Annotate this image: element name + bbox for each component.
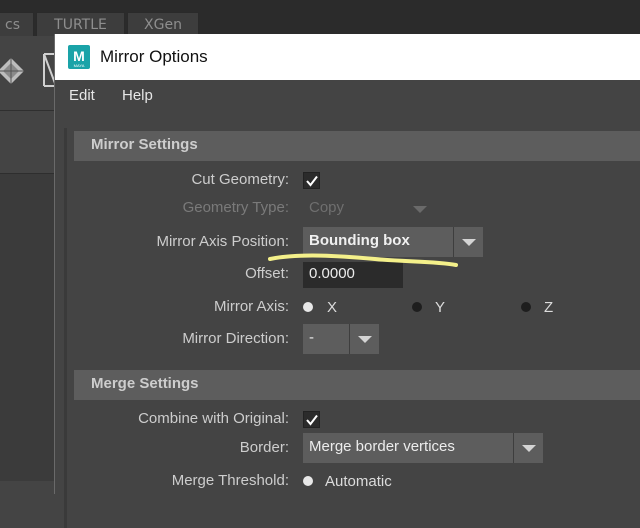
mirror-direction-dropdown[interactable]: - [303,324,379,354]
mirror-axis-position-dropdown[interactable]: Bounding box [303,227,483,257]
mirror-axis-position-arrow[interactable] [453,227,483,257]
merge-settings-title: Merge Settings [91,375,199,392]
mirror-direction-value: - [309,329,314,346]
menu-bar: Edit Help [55,80,640,114]
dialog-title: Mirror Options [100,47,208,66]
background-shelf [0,36,57,111]
radio-axis-x[interactable] [303,302,313,312]
dialog-titlebar[interactable]: M MAYA Mirror Options [55,34,640,80]
geometry-type-arrow [405,194,435,224]
combine-with-original-checkbox[interactable] [303,411,320,428]
mirror-direction-label: Mirror Direction: [182,330,289,347]
border-label: Border: [239,439,289,456]
menu-help[interactable]: Help [122,87,153,104]
geometry-type-value: Copy [309,199,345,216]
combine-with-original-label: Combine with Original: [138,410,289,427]
geometry-type-dropdown: Copy [303,194,435,224]
merge-settings-header[interactable]: Merge Settings [74,370,640,400]
mirror-axis-label: Mirror Axis: [214,298,289,315]
background-tab[interactable]: cs [0,12,34,36]
mirror-direction-arrow[interactable] [349,324,379,354]
radio-axis-z-label: Z [544,299,554,316]
mirror-axis-position-value: Bounding box [309,232,410,249]
cut-geometry-checkbox[interactable] [303,172,320,189]
geometry-type-label: Geometry Type: [182,199,289,216]
menu-edit[interactable]: Edit [69,87,95,104]
background-panel-strip [0,111,56,174]
shelf-tool-icon[interactable] [0,54,28,88]
content-frame-edge [64,128,67,528]
border-arrow[interactable] [513,433,543,463]
border-value: Merge border vertices [309,438,455,455]
merge-threshold-automatic-label: Automatic [325,473,392,490]
radio-axis-x-label: X [327,299,338,316]
checkmark-icon [306,414,318,426]
checkmark-icon [306,175,318,187]
radio-axis-y-label: Y [435,299,446,316]
radio-axis-z[interactable] [521,302,531,312]
chevron-down-icon [413,206,427,213]
cut-geometry-label: Cut Geometry: [191,171,289,188]
mirror-settings-header[interactable]: Mirror Settings [74,131,640,161]
radio-axis-y[interactable] [412,302,422,312]
maya-logo-letter: M [73,48,85,64]
mirror-options-dialog: M MAYA Mirror Options Edit Help Mirror S… [54,34,640,528]
dialog-content: Mirror Settings Cut Geometry: Geometry T… [55,114,640,528]
background-tab-xgen[interactable]: XGen [127,12,199,36]
svg-text:MAYA: MAYA [74,63,85,68]
chevron-down-icon [462,239,476,246]
offset-label: Offset: [245,265,289,282]
mirror-axis-position-label: Mirror Axis Position: [156,233,289,250]
merge-threshold-automatic-radio[interactable] [303,476,313,486]
background-tab-turtle[interactable]: TURTLE [36,12,125,36]
chevron-down-icon [358,336,372,343]
background-tab-bar: cs TURTLE XGen [0,0,640,36]
maya-logo-icon: M MAYA [68,45,90,69]
chevron-down-icon [522,445,536,452]
mirror-settings-title: Mirror Settings [91,136,198,153]
offset-field[interactable]: 0.0000 [303,262,403,288]
border-dropdown[interactable]: Merge border vertices [303,433,543,463]
